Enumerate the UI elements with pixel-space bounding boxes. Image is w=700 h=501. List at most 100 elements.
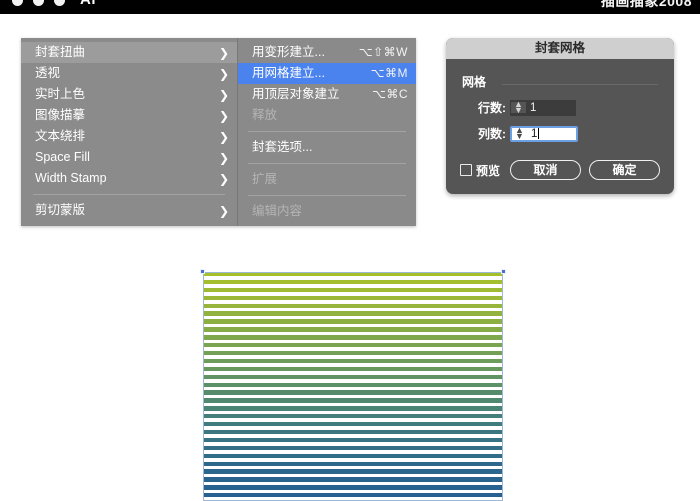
chevron-right-icon: ❯ [218, 171, 229, 186]
menu-item-clipping-mask[interactable]: 剪切蒙版 ❯ [21, 200, 237, 221]
stepper-arrows-icon[interactable]: ▲ ▼ [511, 100, 526, 114]
stepper-down-icon[interactable]: ▼ [515, 131, 524, 139]
dialog-footer: 预览 取消 确定 [446, 154, 674, 194]
gradient-stripe [203, 343, 503, 348]
gradient-stripe [203, 295, 503, 301]
columns-input[interactable]: 1 [527, 127, 576, 140]
envelope-mesh-dialog: 封套网格 网格 行数: ▲ ▼ 1 列数: ▲ ▼ 1 预览 取消 确定 [446, 38, 674, 194]
gradient-stripe [203, 493, 503, 498]
menu-item-width-stamp[interactable]: Width Stamp ❯ [21, 168, 237, 189]
submenu-item-label: 用网格建立... [252, 66, 325, 80]
submenu-item-label: 用顶层对象建立 [252, 87, 340, 101]
window-controls[interactable] [12, 0, 65, 6]
zoom-icon[interactable] [54, 0, 65, 6]
submenu-item-shortcut: ⌥⌘M [370, 66, 408, 80]
gradient-stripe [203, 437, 503, 443]
gradient-stripe [203, 311, 503, 316]
window-titlebar: Ai 插画描象2008 [0, 0, 700, 14]
columns-field-row: 列数: ▲ ▼ 1 [462, 125, 658, 142]
gradient-stripe [203, 469, 503, 474]
columns-label: 列数: [478, 127, 506, 141]
striped-gradient-rectangle[interactable] [203, 272, 503, 501]
menu-item-label: 实时上色 [35, 87, 86, 101]
submenu-item-envelope-options[interactable]: 封套选项... [238, 137, 416, 158]
preview-checkbox-group[interactable]: 预览 [460, 162, 500, 179]
gradient-stripe [203, 287, 503, 293]
rows-stepper[interactable]: ▲ ▼ 1 [510, 99, 576, 116]
text-cursor [538, 127, 540, 139]
chevron-right-icon: ❯ [218, 45, 229, 60]
chevron-right-icon: ❯ [218, 87, 229, 102]
submenu-item-edit-contents: 编辑内容 [238, 201, 416, 222]
menu-column-primary: 封套扭曲 ❯ 透视 ❯ 实时上色 ❯ 图像描摹 ❯ 文本绕排 ❯ Space F… [21, 38, 237, 226]
menu-item-label: 文本绕排 [35, 129, 86, 143]
minimize-icon[interactable] [33, 0, 44, 6]
submenu-item-make-with-top-object[interactable]: 用顶层对象建立 ⌥⌘C [238, 84, 416, 105]
gradient-stripe [203, 390, 503, 395]
selection-anchor-top-right[interactable] [501, 269, 506, 274]
menu-item-label: 透视 [35, 66, 61, 80]
submenu-item-make-with-warp[interactable]: 用变形建立... ⌥⇧⌘W [238, 42, 416, 63]
menu-item-label: Width Stamp [35, 171, 107, 185]
gradient-stripe [203, 429, 503, 435]
mesh-group-label: 网格 [462, 75, 487, 89]
canvas-artwork-selection[interactable] [200, 269, 506, 501]
selection-anchor-top-left[interactable] [200, 269, 205, 274]
submenu-item-shortcut: ⌥⇧⌘W [358, 45, 408, 59]
menu-item-label: 封套扭曲 [35, 45, 86, 59]
context-menu: 封套扭曲 ❯ 透视 ❯ 实时上色 ❯ 图像描摹 ❯ 文本绕排 ❯ Space F… [21, 38, 416, 226]
rows-value[interactable]: 1 [526, 102, 575, 114]
menu-item-image-trace[interactable]: 图像描摹 ❯ [21, 105, 237, 126]
menu-separator [33, 194, 225, 195]
gradient-stripe [203, 485, 503, 490]
gradient-stripe [203, 422, 503, 427]
gradient-stripe [203, 319, 503, 324]
rows-field-row: 行数: ▲ ▼ 1 [462, 99, 658, 116]
app-logo-label: Ai [80, 0, 96, 8]
titlebar-right-text: 插画描象2008 [600, 0, 692, 9]
rows-label: 行数: [478, 101, 506, 115]
menu-item-label: 图像描摹 [35, 108, 86, 122]
gradient-stripe [203, 272, 503, 277]
submenu-item-label: 编辑内容 [252, 204, 303, 218]
menu-item-perspective[interactable]: 透视 ❯ [21, 63, 237, 84]
gradient-stripe [203, 350, 503, 356]
gradient-stripe [203, 453, 503, 458]
stepper-down-icon[interactable]: ▼ [514, 105, 523, 113]
stepper-arrows-icon[interactable]: ▲ ▼ [512, 126, 527, 140]
gradient-stripe [203, 279, 503, 285]
cancel-button[interactable]: 取消 [510, 160, 582, 180]
submenu-item-label: 用变形建立... [252, 45, 325, 59]
gradient-stripe [203, 303, 503, 308]
menu-column-submenu: 用变形建立... ⌥⇧⌘W 用网格建立... ⌥⌘M 用顶层对象建立 ⌥⌘C 释… [237, 38, 416, 226]
gradient-stripe [203, 445, 503, 451]
submenu-item-label: 释放 [252, 108, 278, 122]
gradient-stripe [203, 327, 503, 332]
menu-item-envelope-distort[interactable]: 封套扭曲 ❯ [21, 42, 237, 63]
menu-item-label: 剪切蒙版 [35, 203, 86, 217]
menu-item-label: Space Fill [35, 150, 90, 164]
dialog-title: 封套网格 [446, 38, 674, 59]
chevron-right-icon: ❯ [218, 203, 229, 218]
menu-separator [248, 131, 406, 132]
submenu-item-label: 封套选项... [252, 140, 313, 154]
gradient-stripe [203, 366, 503, 372]
submenu-item-expand: 扩展 [238, 169, 416, 190]
menu-item-space-fill[interactable]: Space Fill ❯ [21, 147, 237, 168]
submenu-item-make-with-mesh[interactable]: 用网格建立... ⌥⌘M [238, 63, 416, 84]
preview-checkbox[interactable] [460, 164, 472, 176]
menu-item-text-wrap[interactable]: 文本绕排 ❯ [21, 126, 237, 147]
close-icon[interactable] [12, 0, 23, 6]
columns-value: 1 [531, 127, 538, 140]
dialog-body: 网格 行数: ▲ ▼ 1 列数: ▲ ▼ 1 [446, 59, 674, 154]
menu-item-live-paint[interactable]: 实时上色 ❯ [21, 84, 237, 105]
gradient-stripe [203, 358, 503, 364]
chevron-right-icon: ❯ [218, 129, 229, 144]
columns-stepper[interactable]: ▲ ▼ 1 [510, 125, 578, 142]
chevron-right-icon: ❯ [218, 66, 229, 81]
submenu-item-label: 扩展 [252, 172, 278, 186]
ok-button[interactable]: 确定 [589, 160, 661, 180]
gradient-stripe [203, 461, 503, 466]
chevron-right-icon: ❯ [218, 150, 229, 165]
gradient-stripe [203, 477, 503, 482]
